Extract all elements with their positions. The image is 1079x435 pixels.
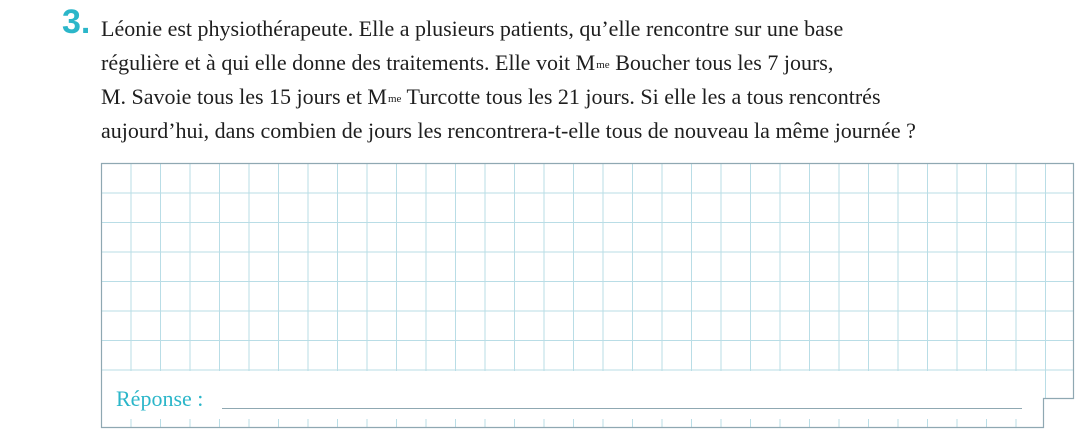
corner-cutout: [1043, 399, 1074, 429]
grid-lines: [101, 163, 1074, 429]
answer-row-background: [102, 371, 1043, 419]
answer-label: Réponse :: [112, 385, 208, 413]
work-grid[interactable]: [0, 0, 1079, 435]
